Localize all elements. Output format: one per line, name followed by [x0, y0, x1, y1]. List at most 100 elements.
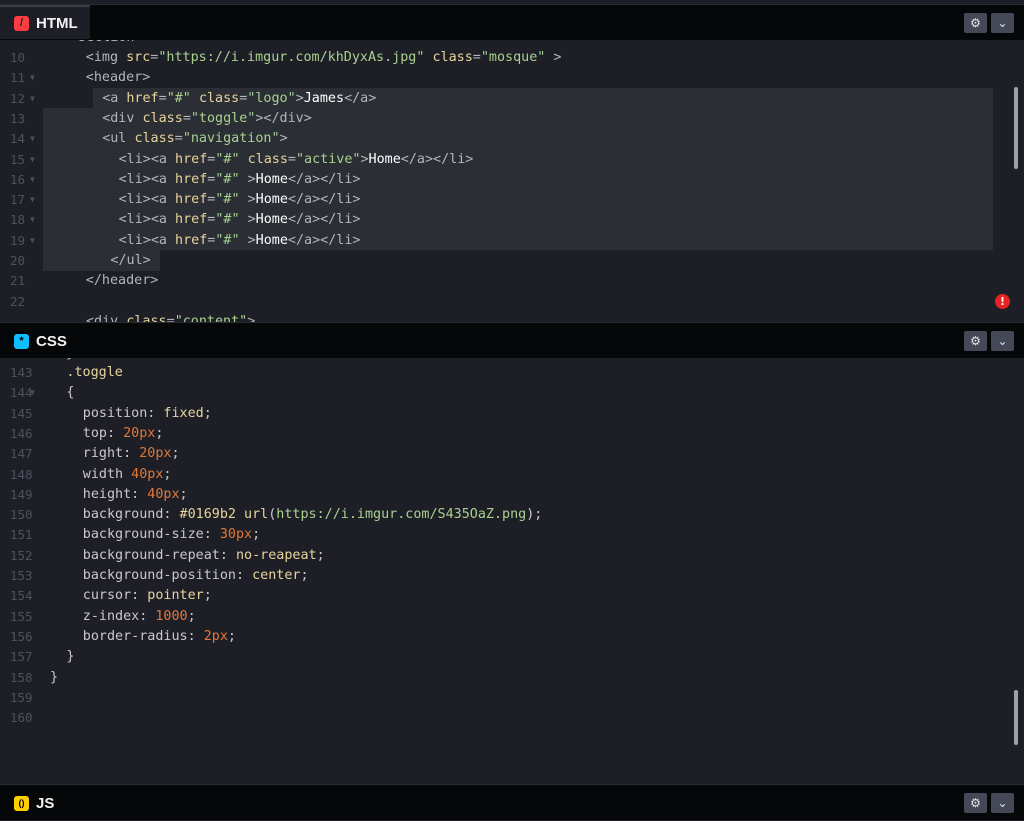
code-line[interactable]: 20 </ul>	[0, 251, 1024, 271]
fold-arrow-icon[interactable]: ▼	[30, 170, 35, 190]
line-number: 16	[10, 171, 26, 187]
code-line[interactable]: 149 height: 40px;	[0, 485, 1024, 505]
code-token: </a></li>	[287, 232, 361, 248]
code-token: =	[174, 131, 183, 147]
fold-arrow-icon[interactable]: ▼	[30, 150, 35, 170]
code-token: "#"	[215, 212, 240, 228]
code-line[interactable]: 157}	[0, 647, 1024, 667]
code-token: =	[158, 90, 167, 106]
fold-arrow-icon[interactable]: ▼	[30, 68, 35, 88]
code-line[interactable]: 148 width 40px;	[0, 465, 1024, 485]
code-line[interactable]: 158}	[0, 668, 1024, 688]
code-line[interactable]: 153 background-position: center;	[0, 566, 1024, 586]
code-line[interactable]: 143 .toggle	[0, 363, 1024, 383]
code-line[interactable]: 152 background-repeat: no-reapeat;	[0, 546, 1024, 566]
fold-arrow-icon[interactable]: ▼	[30, 210, 35, 230]
code-line[interactable]: 147 right: 20px;	[0, 444, 1024, 464]
fold-arrow-icon[interactable]: ▼	[30, 129, 35, 149]
code-token: href	[175, 151, 208, 167]
code-line[interactable]: 21 </header>	[0, 271, 1024, 291]
code-token: class	[134, 131, 175, 147]
js-settings-button[interactable]: ⚙	[964, 793, 987, 813]
code-line[interactable]: 155 z-index: 1000;	[0, 607, 1024, 627]
code-token: >	[239, 192, 256, 208]
code-text: .toggle	[66, 363, 122, 383]
code-token: >	[239, 212, 256, 228]
code-line[interactable]: 22	[0, 292, 1024, 312]
tab-html[interactable]: / HTML	[0, 5, 90, 39]
code-token: ></div>	[255, 110, 312, 126]
code-token: </a></li>	[287, 171, 361, 187]
css-editor[interactable]: } 143 .toggle 144▼ {145 position: fixed; 146 t…	[0, 358, 1024, 784]
tab-css[interactable]: * CSS	[0, 323, 79, 359]
code-token: {	[66, 385, 75, 401]
line-number: 19	[10, 232, 26, 248]
code-token: https://i.imgur.com/S435OaZ.png	[276, 507, 527, 523]
code-token: pointer	[147, 588, 204, 604]
html-scrollbar[interactable]	[1014, 87, 1018, 169]
code-token: 2px	[203, 628, 228, 644]
code-text: <li><a href="#" >Home</a></li>	[119, 210, 361, 230]
code-token: width	[82, 466, 124, 482]
code-line[interactable]: 14 ▼ <ul class="navigation">	[0, 129, 1024, 149]
error-icon[interactable]: !	[995, 294, 1010, 309]
code-token: }	[50, 669, 59, 685]
tab-js[interactable]: () JS	[0, 785, 66, 821]
code-line[interactable]: 10 <img src = "https://i.imgur.com/khDyxAs.…	[0, 48, 1024, 68]
html-settings-button[interactable]: ⚙	[964, 13, 987, 33]
code-token: =	[182, 110, 191, 126]
code-token: class	[247, 151, 288, 167]
code-line[interactable]: 19 ▼ <li><a href="#" >Home</a></li>	[0, 231, 1024, 251]
code-token: ;	[163, 466, 172, 482]
fold-arrow-icon[interactable]: ▼	[30, 190, 35, 210]
code-line[interactable]: 12 ▼ <a href="#" class="logo">James</a>	[0, 89, 1024, 109]
code-line[interactable]: 160	[0, 708, 1024, 728]
code-line[interactable]: 11 ▼ <header>	[0, 68, 1024, 88]
code-text: right: 20px;	[83, 444, 180, 464]
code-token: border-radius	[82, 628, 188, 644]
code-line[interactable]: 16 ▼ <li><a href="#" >Home</a></li>	[0, 170, 1024, 190]
code-line[interactable]: 144 ▼ {	[0, 383, 1024, 403]
line-number: 155	[10, 608, 33, 624]
html-editor[interactable]: <section> 10<img src="https://i.imgur.co…	[0, 40, 1024, 322]
code-line[interactable]: 15 ▼ <li><a href="#" class="active">Home</…	[0, 150, 1024, 170]
js-collapse-button[interactable]: ⌄	[991, 793, 1014, 813]
code-token: href	[175, 171, 208, 187]
code-line[interactable]: 17 ▼ <li><a href="#" >Home</a></li>	[0, 190, 1024, 210]
code-line[interactable]: 154 cursor: pointer;	[0, 586, 1024, 606]
code-line[interactable]: 18 ▼ <li><a href="#" >Home</a></li>	[0, 210, 1024, 230]
html-panel-header: / HTML ⚙ ⌄	[0, 4, 1024, 40]
code-text: </header>	[86, 271, 159, 291]
code-line[interactable]: 145 position: fixed;	[0, 404, 1024, 424]
code-line[interactable]: 151 background-size: 30px;	[0, 525, 1024, 545]
css-scrollbar[interactable]	[1014, 690, 1018, 745]
code-line[interactable]: 159	[0, 688, 1024, 708]
code-token: Home	[255, 212, 288, 228]
code-token: >	[360, 151, 369, 167]
code-text: cursor: pointer;	[83, 586, 212, 606]
code-line[interactable]: 13 <div class="toggle"></div>	[0, 109, 1024, 129]
code-token: Home	[255, 192, 288, 208]
fold-arrow-icon[interactable]: ▼	[30, 383, 35, 403]
line-number: 157	[10, 649, 33, 665]
fold-arrow-icon[interactable]: ▼	[30, 89, 35, 109]
code-token: </header>	[85, 273, 159, 289]
fold-arrow-icon[interactable]: ▼	[30, 231, 35, 251]
code-line[interactable]: 146 top: 20px;	[0, 424, 1024, 444]
code-token: class	[432, 50, 473, 65]
html-collapse-button[interactable]: ⌄	[991, 13, 1014, 33]
code-text: <li><a href="#" class="active">Home</a><…	[119, 150, 474, 170]
line-number: 143	[10, 365, 33, 380]
css-settings-button[interactable]: ⚙	[964, 331, 987, 351]
code-line[interactable]: 156 border-radius: 2px;	[0, 627, 1024, 647]
code-token: </ul>	[110, 253, 151, 268]
code-line[interactable]: 150 background: #0169b2 url(https://i.img…	[0, 505, 1024, 525]
code-token: <li><a	[118, 151, 176, 167]
code-token: right	[82, 446, 124, 462]
line-number: 153	[10, 568, 33, 583]
code-token: "#"	[215, 232, 240, 248]
css-collapse-button[interactable]: ⌄	[991, 331, 1014, 351]
code-token: background	[82, 507, 164, 523]
code-token: ;	[203, 588, 212, 604]
code-text: position: fixed;	[83, 404, 212, 424]
